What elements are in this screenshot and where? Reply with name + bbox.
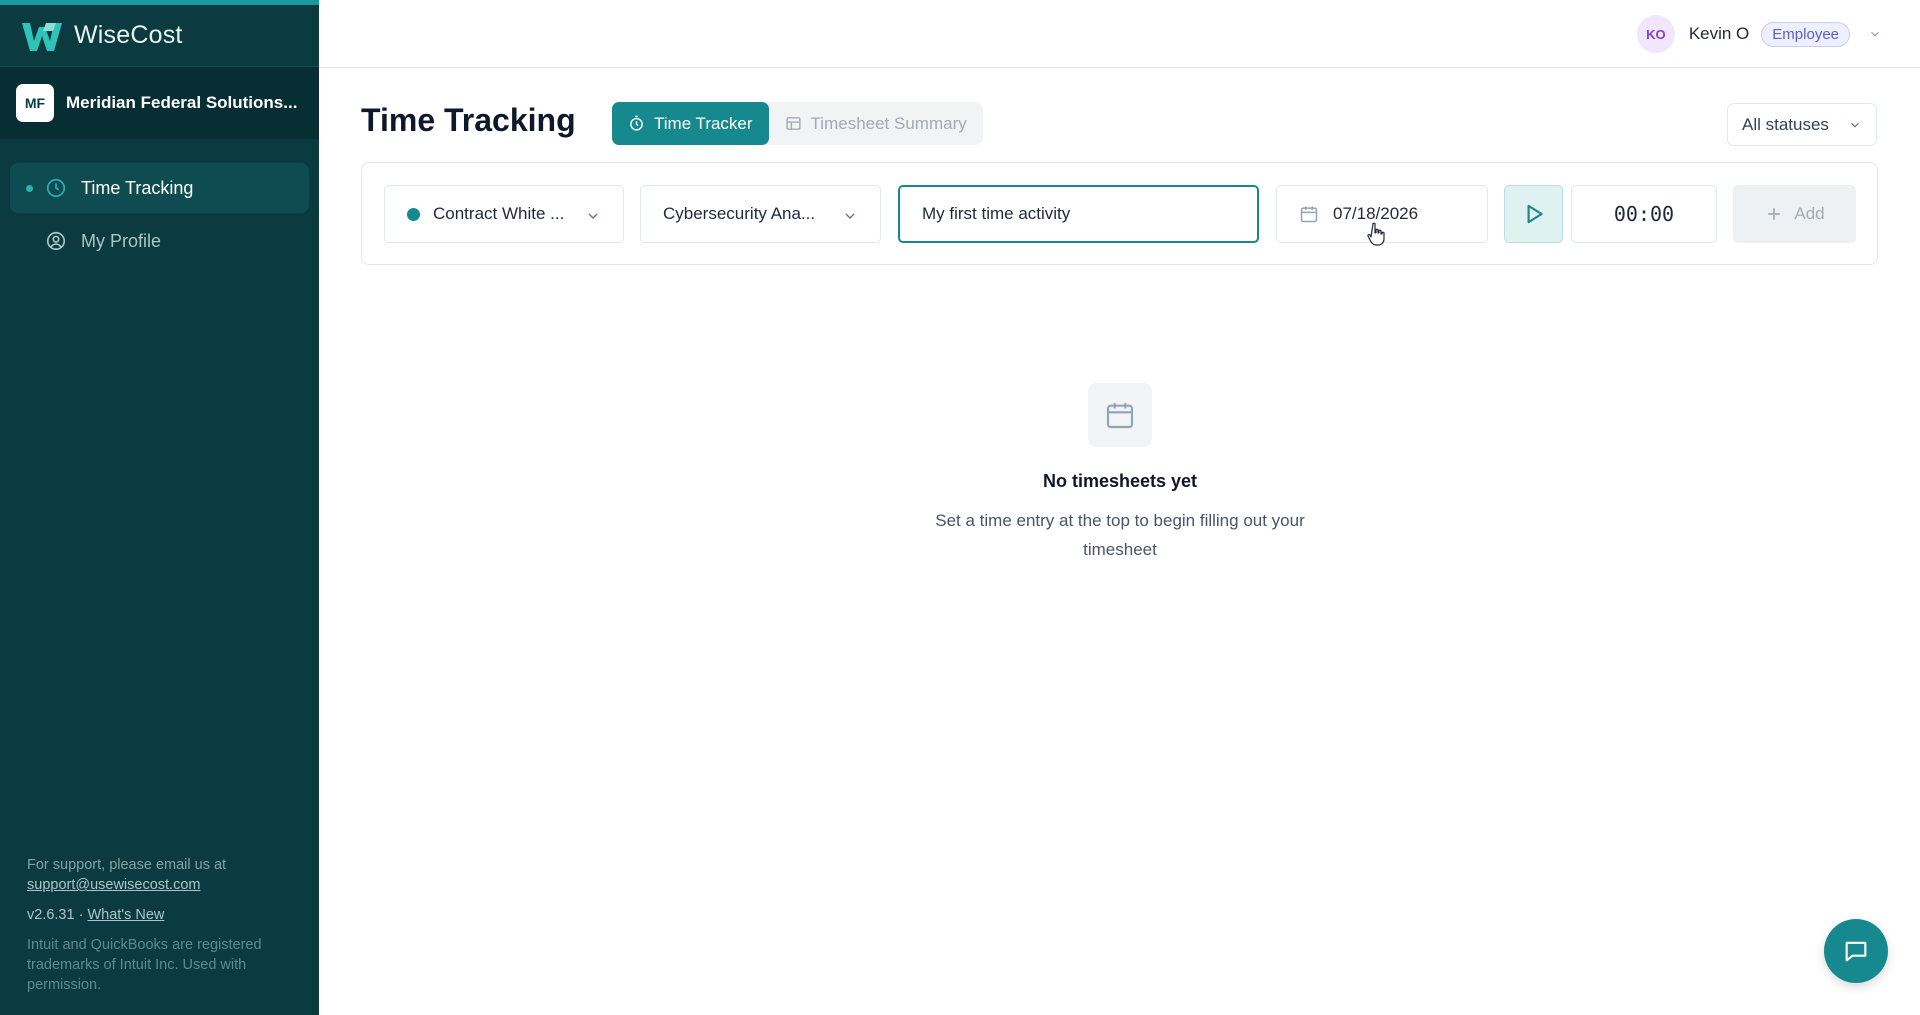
version-text: v2.6.31 · (27, 907, 84, 923)
chat-bubble-icon (1845, 941, 1867, 962)
wisecost-logo-icon (22, 22, 62, 51)
time-entry-bar: Contract White ... Cybersecurity Ana... … (361, 162, 1878, 265)
play-icon (1527, 204, 1543, 224)
user-circle-icon (45, 230, 67, 252)
description-input[interactable] (922, 204, 1232, 224)
avatar: KO (1636, 15, 1675, 53)
contract-select[interactable]: Contract White ... (384, 185, 624, 243)
status-filter-select[interactable]: All statuses (1727, 103, 1877, 146)
chevron-down-icon (1851, 122, 1859, 128)
role-badge: Employee (1761, 21, 1850, 47)
table-icon (785, 117, 801, 130)
support-text: For support, please email us at (27, 857, 227, 873)
app-name: WiseCost (74, 21, 183, 49)
sidebar-item-my-profile[interactable]: My Profile (10, 216, 309, 266)
stopwatch-icon (630, 115, 643, 131)
view-tabs: Time Tracker Timesheet Summary (612, 102, 983, 145)
topbar: KO Kevin O Employee (319, 0, 1920, 68)
sidebar: WiseCost MF Meridian Federal Solutions..… (0, 0, 319, 1015)
brand[interactable]: WiseCost (0, 5, 319, 67)
calendar-icon (1300, 206, 1318, 223)
user-name: Kevin O (1688, 24, 1750, 43)
page-title: Time Tracking (361, 102, 576, 138)
labor-category-select[interactable]: Cybersecurity Ana... (640, 185, 881, 243)
hand-cursor-icon (1367, 222, 1385, 246)
user-menu[interactable]: KO Kevin O Employee (1636, 15, 1882, 53)
timer-display[interactable]: 00:00 (1571, 185, 1717, 243)
contract-value: Contract White ... (433, 204, 565, 223)
add-label: Add (1794, 204, 1825, 223)
status-filter-value: All statuses (1742, 114, 1829, 134)
chevron-down-icon (845, 213, 855, 219)
sidebar-nav: Time Tracking My Profile (0, 139, 319, 266)
chat-support-button[interactable] (1824, 919, 1888, 983)
legal-text: Intuit and QuickBooks are registered tra… (27, 937, 262, 993)
start-timer-button[interactable] (1504, 185, 1563, 243)
support-email-link[interactable]: support@usewisecost.com (27, 877, 200, 893)
chevron-down-icon (588, 213, 598, 219)
empty-state-title: No timesheets yet (1042, 471, 1198, 491)
tab-time-tracker[interactable]: Time Tracker (612, 102, 769, 145)
tab-timesheet-summary[interactable]: Timesheet Summary (769, 102, 983, 145)
calendar-icon (1088, 383, 1152, 447)
active-indicator-icon (26, 184, 33, 192)
add-entry-button[interactable]: Add (1733, 185, 1856, 243)
contract-color-dot (407, 207, 420, 221)
org-badge: MF (16, 84, 54, 122)
org-switcher[interactable]: MF Meridian Federal Solutions... (0, 67, 319, 139)
sidebar-item-label: My Profile (81, 230, 162, 251)
version-line: v2.6.31 · What's New (27, 905, 297, 925)
clock-icon (45, 177, 67, 199)
description-field[interactable] (898, 185, 1259, 243)
plus-icon (1768, 208, 1781, 220)
sidebar-footer: For support, please email us at support@… (27, 855, 297, 995)
inactive-indicator (26, 238, 33, 245)
tab-label: Timesheet Summary (810, 113, 967, 133)
chevron-down-icon[interactable] (1868, 27, 1882, 41)
empty-state: No timesheets yet Set a time entry at th… (890, 383, 1350, 564)
labor-category-value: Cybersecurity Ana... (663, 204, 816, 223)
sidebar-item-time-tracking[interactable]: Time Tracking (10, 163, 309, 213)
sidebar-item-label: Time Tracking (81, 177, 194, 198)
tab-label: Time Tracker (654, 113, 753, 133)
date-value: 07/18/2026 (1333, 204, 1419, 223)
whats-new-link[interactable]: What's New (87, 907, 164, 923)
empty-state-text: Set a time entry at the top to begin fil… (935, 511, 1305, 559)
org-name: Meridian Federal Solutions... (66, 93, 298, 112)
